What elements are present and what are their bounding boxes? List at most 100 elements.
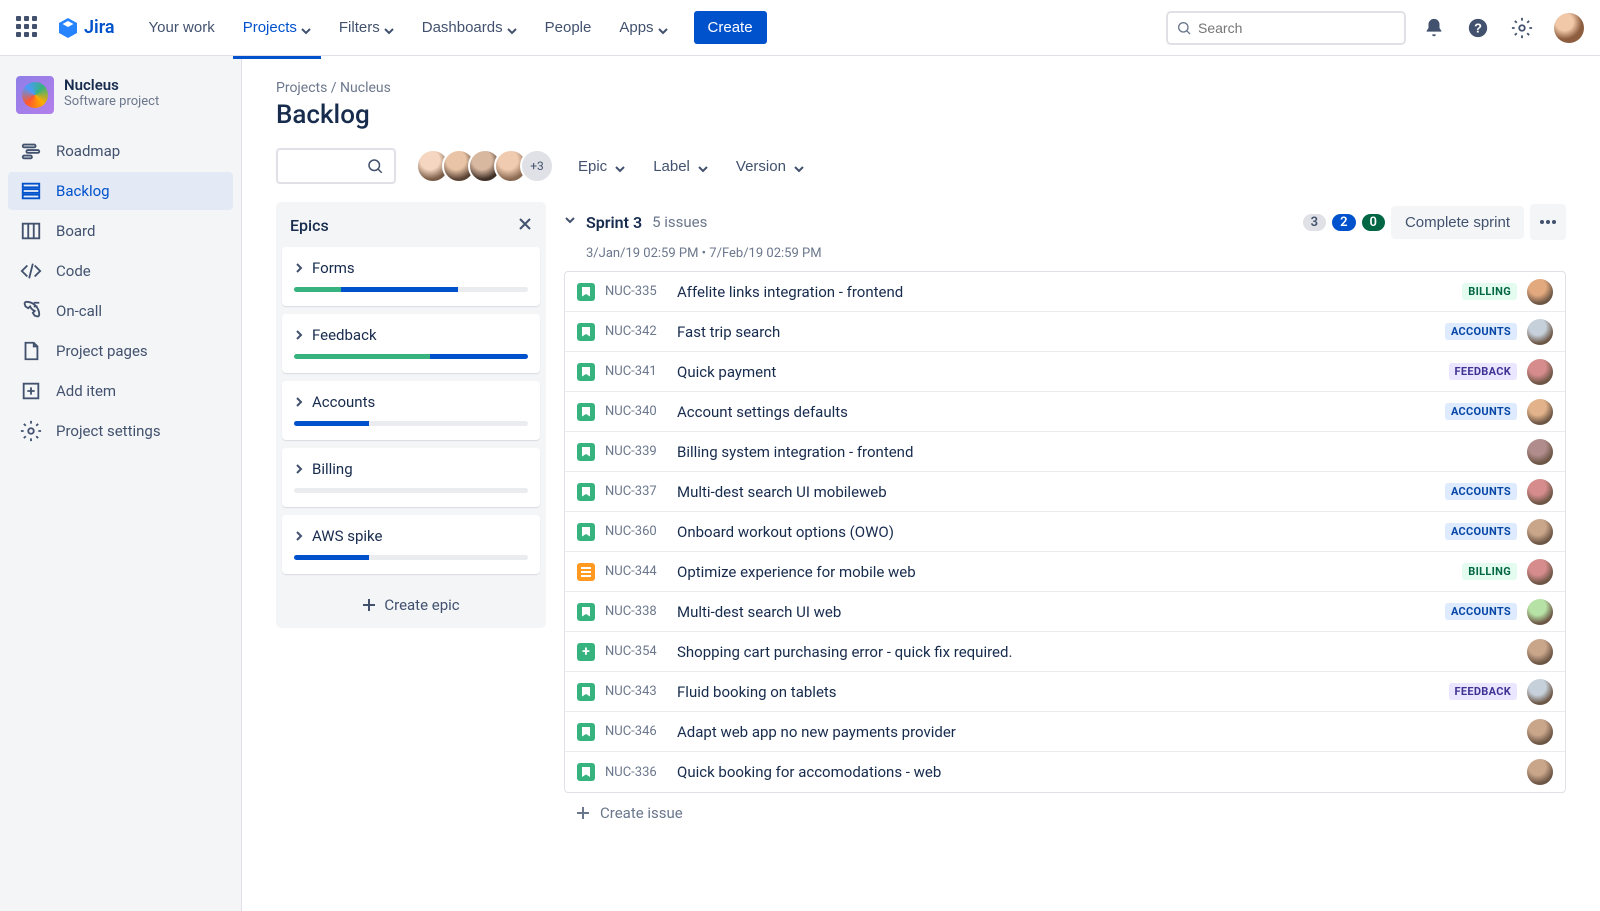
assignee-avatar[interactable]	[1527, 359, 1553, 385]
assignee-avatar[interactable]	[1527, 679, 1553, 705]
issue-row[interactable]: NUC-335Affelite links integration - fron…	[565, 272, 1565, 312]
issue-type-icon	[577, 683, 595, 701]
sprint-more-button[interactable]	[1530, 204, 1566, 240]
assignee-avatar[interactable]	[1527, 319, 1553, 345]
code-icon	[20, 260, 42, 282]
create-epic-label: Create epic	[384, 596, 459, 614]
create-button[interactable]: Create	[694, 11, 767, 44]
chevron-down-icon	[698, 161, 708, 171]
assignee-filter[interactable]: +3	[416, 149, 554, 183]
sidebar-item-code[interactable]: Code	[8, 252, 233, 290]
breadcrumb[interactable]: Projects / Nucleus	[276, 80, 1566, 96]
chevron-down-icon	[794, 161, 804, 171]
issue-row[interactable]: NUC-337Multi-dest search UI mobilewebACC…	[565, 472, 1565, 512]
issue-row[interactable]: NUC-340Account settings defaultsACCOUNTS	[565, 392, 1565, 432]
filter-epic[interactable]: Epic	[574, 154, 629, 179]
app-switcher-icon[interactable]	[16, 16, 40, 40]
issue-key: NUC-342	[605, 324, 667, 339]
issue-key: NUC-336	[605, 765, 667, 780]
nav-people[interactable]: People	[535, 11, 602, 44]
sidebar-item-roadmap[interactable]: Roadmap	[8, 132, 233, 170]
chevron-right-icon	[294, 464, 304, 474]
epic-tag: ACCOUNTS	[1445, 323, 1517, 340]
assignee-avatar[interactable]	[1527, 719, 1553, 745]
issue-row[interactable]: NUC-360Onboard workout options (OWO)ACCO…	[565, 512, 1565, 552]
assignee-avatar[interactable]	[1527, 759, 1553, 785]
issue-row[interactable]: NUC-346Adapt web app no new payments pro…	[565, 712, 1565, 752]
sidebar-item-board[interactable]: Board	[8, 212, 233, 250]
backlog-toolbar: +3 Epic Label Version	[276, 148, 1566, 184]
assignee-avatar[interactable]	[1527, 479, 1553, 505]
assignee-avatar[interactable]	[1527, 559, 1553, 585]
sidebar-item-settings[interactable]: Project settings	[8, 412, 233, 450]
assignee-avatar[interactable]	[1527, 279, 1553, 305]
issue-key: NUC-360	[605, 524, 667, 539]
close-epics-button[interactable]	[518, 214, 532, 237]
issue-type-icon	[577, 403, 595, 421]
create-issue-button[interactable]: Create issue	[564, 793, 1566, 833]
assignee-avatar[interactable]	[1527, 599, 1553, 625]
issue-type-icon	[577, 323, 595, 341]
create-epic-button[interactable]: Create epic	[276, 582, 546, 628]
sidebar-item-oncall[interactable]: On-call	[8, 292, 233, 330]
chevron-right-icon	[294, 397, 304, 407]
issue-row[interactable]: NUC-342Fast trip searchACCOUNTS	[565, 312, 1565, 352]
settings-icon[interactable]	[1506, 12, 1538, 44]
epic-tag: ACCOUNTS	[1445, 483, 1517, 500]
nav-projects[interactable]: Projects	[233, 11, 321, 44]
epic-card[interactable]: Billing	[282, 448, 540, 507]
gear-icon	[20, 420, 42, 442]
sidebar-label: Backlog	[56, 182, 110, 200]
issue-list: NUC-335Affelite links integration - fron…	[564, 271, 1566, 793]
issue-row[interactable]: NUC-354Shopping cart purchasing error - …	[565, 632, 1565, 672]
assignee-avatar[interactable]	[1527, 399, 1553, 425]
sidebar-item-add[interactable]: Add item	[8, 372, 233, 410]
issue-row[interactable]: NUC-339Billing system integration - fron…	[565, 432, 1565, 472]
nav-dashboards[interactable]: Dashboards	[412, 11, 527, 44]
epic-tag: BILLING	[1462, 283, 1517, 300]
epic-card[interactable]: Accounts	[282, 381, 540, 440]
add-icon	[20, 380, 42, 402]
issue-type-icon	[577, 603, 595, 621]
nav-filters[interactable]: Filters	[329, 11, 404, 44]
nav-your-work[interactable]: Your work	[139, 11, 225, 44]
issue-summary: Adapt web app no new payments provider	[677, 723, 1517, 741]
filter-label[interactable]: Label	[649, 154, 712, 179]
sprint-panel: Sprint 3 5 issues 3 2 0 Complete sprint …	[564, 202, 1566, 833]
nav-apps[interactable]: Apps	[609, 11, 677, 44]
chevron-down-icon	[507, 23, 517, 33]
assignee-avatar[interactable]	[1527, 519, 1553, 545]
jira-logo[interactable]: Jira	[56, 16, 115, 40]
issue-row[interactable]: NUC-343Fluid booking on tabletsFEEDBACK	[565, 672, 1565, 712]
help-icon[interactable]: ?	[1462, 12, 1494, 44]
sidebar-item-backlog[interactable]: Backlog	[8, 172, 233, 210]
backlog-search[interactable]	[276, 148, 396, 184]
notifications-icon[interactable]	[1418, 12, 1450, 44]
assignee-avatar[interactable]	[1527, 439, 1553, 465]
epic-card[interactable]: AWS spike	[282, 515, 540, 574]
sidebar-item-project-pages[interactable]: Project pages	[8, 332, 233, 370]
issue-row[interactable]: NUC-338Multi-dest search UI webACCOUNTS	[565, 592, 1565, 632]
avatar-overflow[interactable]: +3	[520, 149, 554, 183]
issue-row[interactable]: NUC-341Quick paymentFEEDBACK	[565, 352, 1565, 392]
issue-row[interactable]: NUC-344Optimize experience for mobile we…	[565, 552, 1565, 592]
global-search[interactable]	[1166, 11, 1406, 45]
pages-icon	[20, 340, 42, 362]
filter-version[interactable]: Version	[732, 154, 808, 179]
user-avatar[interactable]	[1554, 13, 1584, 43]
chevron-down-icon	[615, 161, 625, 171]
top-nav: Jira Your work Projects Filters Dashboar…	[0, 0, 1600, 56]
epic-card[interactable]: Feedback	[282, 314, 540, 373]
issue-type-icon	[577, 483, 595, 501]
collapse-sprint-button[interactable]	[564, 214, 576, 230]
project-header[interactable]: Nucleus Software project	[8, 76, 233, 132]
epic-card[interactable]: Forms	[282, 247, 540, 306]
search-icon	[366, 157, 384, 175]
complete-sprint-button[interactable]: Complete sprint	[1391, 206, 1524, 239]
issue-row[interactable]: NUC-336Quick booking for accomodations -…	[565, 752, 1565, 792]
search-input[interactable]	[1198, 20, 1396, 36]
close-icon	[518, 217, 532, 231]
issue-type-icon	[577, 643, 595, 661]
assignee-avatar[interactable]	[1527, 639, 1553, 665]
project-subtitle: Software project	[64, 94, 159, 109]
